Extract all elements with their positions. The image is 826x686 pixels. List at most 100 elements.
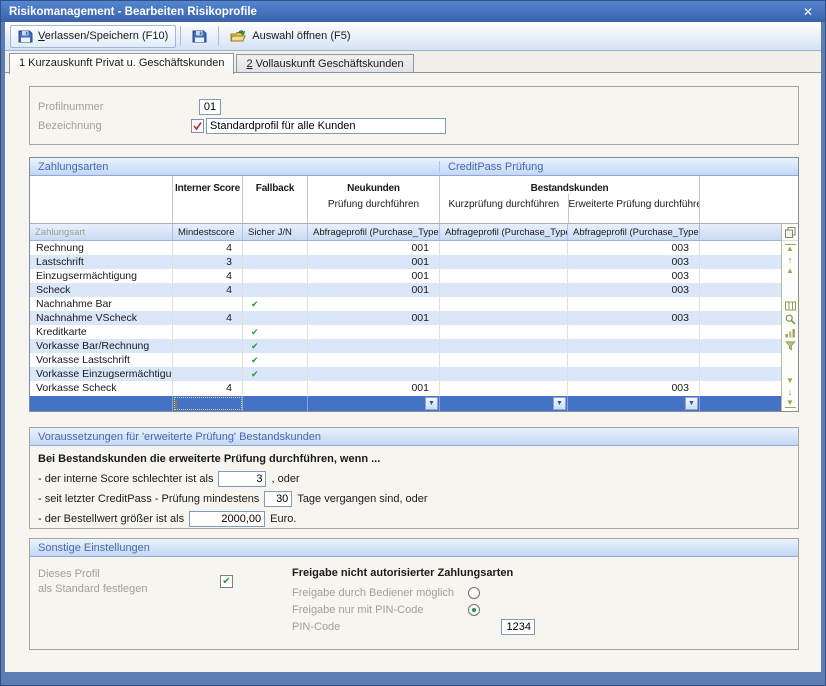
cell-zahlungsart[interactable]: Lastschrift <box>30 255 173 269</box>
cell-kurz[interactable] <box>440 353 568 367</box>
table-row[interactable]: Vorkasse Bar/Rechnung ✔ <box>30 339 781 353</box>
cell-kurz[interactable] <box>440 255 568 269</box>
cell-fallback[interactable]: ✔ <box>243 297 308 311</box>
cell-fallback[interactable] <box>243 241 308 255</box>
table-row[interactable]: Vorkasse Einzugsermächtigung ✔ <box>30 367 781 381</box>
cell-kurz[interactable] <box>440 381 568 395</box>
cell-zahlungsart[interactable]: Vorkasse Einzugsermächtigung <box>30 367 173 381</box>
cell-erweitert[interactable] <box>568 339 700 353</box>
page-down-icon[interactable]: ↓ <box>785 388 796 396</box>
cell-fallback[interactable]: ✔ <box>243 367 308 381</box>
table-row[interactable]: Nachnahme VScheck 4 001 003 <box>30 311 781 325</box>
tab-kurzauskunft[interactable]: 1 Kurzauskunft Privat u. Geschäftskunden <box>9 53 234 74</box>
cell-fallback[interactable]: ✔ <box>243 353 308 367</box>
table-row[interactable]: Einzugsermächtigung 4 001 003 <box>30 269 781 283</box>
filter-icon[interactable] <box>785 341 796 351</box>
cell-mindestscore[interactable]: 4 <box>173 311 243 325</box>
cell-kurz[interactable] <box>440 241 568 255</box>
table-row[interactable]: Vorkasse Lastschrift ✔ <box>30 353 781 367</box>
cell-mindestscore[interactable] <box>173 353 243 367</box>
bezeichnung-input[interactable] <box>206 118 446 134</box>
cell-erweitert[interactable]: 003 <box>568 283 700 297</box>
default-profile-checkbox[interactable]: ✔ <box>220 575 233 588</box>
cell-mindestscore-editing[interactable] <box>173 396 243 411</box>
title-bar[interactable]: Risikomanagement - Bearbeiten Risikoprof… <box>1 1 825 22</box>
cell-zahlungsart[interactable]: Vorkasse Lastschrift <box>30 353 173 367</box>
close-icon[interactable]: ✕ <box>799 5 817 19</box>
table-row[interactable]: Lastschrift 3 001 003 <box>30 255 781 269</box>
cell-zahlungsart[interactable]: Nachnahme Bar <box>30 297 173 311</box>
cell-zahlungsart[interactable]: Kreditkarte <box>30 325 173 339</box>
freigabe-pin-radio[interactable] <box>468 604 480 616</box>
table-row[interactable]: Vorkasse Scheck 4 001 003 <box>30 381 781 395</box>
cell-erweitert[interactable] <box>568 367 700 381</box>
days-threshold-input[interactable] <box>264 491 292 507</box>
cell-zahlungsart[interactable]: Vorkasse Scheck <box>30 381 173 395</box>
selected-new-row[interactable]: ▼ ▼ ▼ <box>30 395 781 411</box>
copy-button[interactable] <box>782 224 798 241</box>
save-button[interactable] <box>185 26 214 47</box>
cell-neukunden[interactable] <box>308 367 440 381</box>
tab-vollauskunft[interactable]: 2 Vollauskunft Geschäftskunden <box>236 54 413 73</box>
columns-icon[interactable] <box>785 301 796 311</box>
cell-fallback[interactable]: ✔ <box>243 325 308 339</box>
cell-mindestscore[interactable] <box>173 367 243 381</box>
cell-mindestscore[interactable] <box>173 339 243 353</box>
cell-zahlungsart[interactable]: Vorkasse Bar/Rechnung <box>30 339 173 353</box>
cell-erweitert[interactable]: 003 <box>568 269 700 283</box>
col-abfrageprofil-erweitert[interactable]: Abfrageprofil (Purchase_Type) <box>568 224 700 240</box>
cell-mindestscore[interactable]: 4 <box>173 269 243 283</box>
pin-code-input[interactable] <box>501 619 535 635</box>
dropdown-button[interactable]: ▼ <box>553 397 566 410</box>
cell-kurz[interactable] <box>440 339 568 353</box>
cell-zahlungsart[interactable]: Rechnung <box>30 241 173 255</box>
cell-neukunden[interactable]: 001 <box>308 269 440 283</box>
cell-zahlungsart[interactable]: Einzugsermächtigung <box>30 269 173 283</box>
cell-zahlungsart[interactable] <box>30 396 173 411</box>
cell-erweitert[interactable]: 003 <box>568 311 700 325</box>
cell-fallback[interactable] <box>243 381 308 395</box>
profilnummer-input[interactable] <box>199 99 221 115</box>
cell-neukunden[interactable]: 001 <box>308 283 440 297</box>
cell-neukunden[interactable]: 001 <box>308 255 440 269</box>
cell-erweitert[interactable]: 003 <box>568 381 700 395</box>
cell-mindestscore[interactable]: 3 <box>173 255 243 269</box>
cell-fallback[interactable]: ✔ <box>243 339 308 353</box>
table-row[interactable]: Rechnung 4 001 003 <box>30 241 781 255</box>
page-up-icon[interactable]: ↑ <box>785 256 796 264</box>
cell-mindestscore[interactable] <box>173 325 243 339</box>
cell-neukunden[interactable]: 001 <box>308 241 440 255</box>
cell-neukunden[interactable] <box>308 325 440 339</box>
col-abfrageprofil-neu[interactable]: Abfrageprofil (Purchase_Type) <box>308 224 440 240</box>
edit-check-icon[interactable] <box>191 119 204 133</box>
cell-neukunden[interactable]: ▼ <box>308 396 440 411</box>
cell-mindestscore[interactable]: 4 <box>173 283 243 297</box>
cell-erweitert[interactable] <box>568 297 700 311</box>
cell-kurz[interactable] <box>440 283 568 297</box>
exit-save-button[interactable]: Verlassen/Speichern (F10) <box>10 25 176 48</box>
last-row-icon[interactable]: ▼ <box>785 399 796 408</box>
cell-kurz[interactable] <box>440 269 568 283</box>
cell-kurz[interactable] <box>440 325 568 339</box>
col-mindestscore[interactable]: Mindestscore <box>173 224 243 240</box>
cell-neukunden[interactable] <box>308 297 440 311</box>
cell-kurz[interactable] <box>440 297 568 311</box>
cell-fallback[interactable] <box>243 311 308 325</box>
first-row-icon[interactable]: ▲ <box>785 244 796 253</box>
table-row[interactable]: Nachnahme Bar ✔ <box>30 297 781 311</box>
cell-erweitert[interactable]: 003 <box>568 241 700 255</box>
col-sicher[interactable]: Sicher J/N <box>243 224 308 240</box>
cell-zahlungsart[interactable]: Scheck <box>30 283 173 297</box>
col-zahlungsart[interactable]: Zahlungsart <box>30 224 173 240</box>
cell-fallback[interactable] <box>243 269 308 283</box>
freigabe-bediener-radio[interactable] <box>468 587 480 599</box>
dropdown-button[interactable]: ▼ <box>425 397 438 410</box>
cell-fallback[interactable] <box>243 255 308 269</box>
table-row[interactable]: Scheck 4 001 003 <box>30 283 781 297</box>
cell-kurz[interactable] <box>440 311 568 325</box>
cell-erweitert[interactable]: 003 <box>568 255 700 269</box>
cell-erweitert[interactable] <box>568 353 700 367</box>
cell-kurz[interactable]: ▼ <box>440 396 568 411</box>
cell-erweitert[interactable] <box>568 325 700 339</box>
cell-neukunden[interactable] <box>308 353 440 367</box>
